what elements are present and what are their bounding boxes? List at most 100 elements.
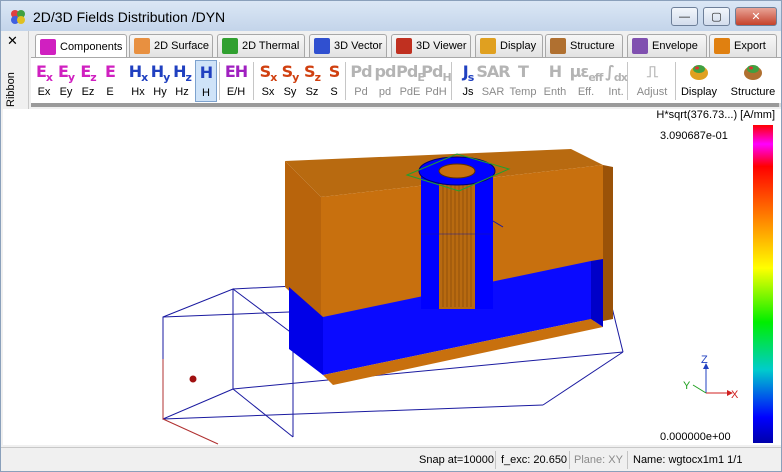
ribbon-scroll-thumb[interactable] [31, 103, 779, 107]
toolbar-button-sx[interactable]: Sx Sx [257, 60, 279, 102]
tab-2d-thermal[interactable]: 2D Thermal [217, 34, 305, 57]
wireframe-face-front [162, 288, 234, 420]
tab-envelope[interactable]: Envelope [627, 34, 707, 57]
field-e-icon [40, 38, 56, 55]
toolbar-button-label: Sx [261, 86, 275, 98]
toolbar-button-label: Hx [131, 86, 145, 98]
toolbar-button-label: Adjust [636, 86, 668, 98]
field-glyph-icon: Ex [35, 62, 53, 85]
field-glyph-icon: T [518, 62, 529, 81]
toolbar-button-pd: Pd Pd [349, 60, 373, 102]
legend-title: H*sqrt(376.73...) [A/mm] [656, 109, 775, 121]
toolbar-button-label: Ex [37, 86, 51, 98]
tab-label: 2D Thermal [242, 40, 300, 52]
toolbar-button-label: H [202, 87, 210, 99]
field-glyph-icon: E [105, 62, 116, 81]
status-name: Name: wgtocx1m1 1/1 [633, 454, 743, 466]
field-glyph-icon: H [548, 62, 562, 81]
toolbar-button-label: Ey [59, 86, 73, 98]
app-window: 2D/3D Fields Distribution /DYN — ▢ ✕ ✕ R… [0, 0, 782, 472]
toolbar-button-label: E/H [226, 86, 246, 98]
tab-components[interactable]: Components [35, 34, 127, 58]
close-button[interactable]: ✕ [735, 7, 777, 26]
toolbar-button-hz[interactable]: Hz Hz [171, 60, 193, 102]
port-lines [162, 359, 219, 445]
toolbar-button-label: Sy [283, 86, 297, 98]
toolbar-button-temp: T Temp [507, 60, 539, 102]
toolbar-button-structure[interactable]: Structure [727, 60, 779, 102]
toolbar-button-ey[interactable]: Ey Ey [55, 60, 77, 102]
title-bar[interactable]: 2D/3D Fields Distribution /DYN — ▢ ✕ [1, 1, 781, 31]
toolbar-button-pdh: PdH PdH [421, 60, 451, 102]
tab-3d-vector[interactable]: 3D Vector [309, 34, 387, 57]
surface-2d-icon [134, 38, 150, 54]
toolbar-separator [253, 62, 254, 100]
tab-label: Structure [570, 40, 615, 52]
status-snap: Snap at=10000 [419, 454, 494, 466]
display-big-icon [688, 60, 710, 84]
block-right-edge [603, 165, 613, 321]
structure-icon [550, 38, 566, 54]
toolbar-button-sy[interactable]: Sy Sy [279, 60, 301, 102]
field-glyph-icon: Js [462, 62, 474, 85]
toolbar-button-e-h[interactable]: EH E/H [221, 60, 251, 102]
field-glyph-icon: μεeff [569, 62, 604, 85]
tab-label: 3D Viewer [416, 40, 467, 52]
toolbar-button-h[interactable]: HH [195, 60, 217, 102]
toolbar-button-label: PdH [425, 86, 447, 98]
field-glyph-icon: ∫dx [605, 62, 628, 85]
field-glyph-icon: S [328, 62, 340, 81]
field-glyph-icon: H [199, 63, 213, 82]
ribbon-toolbar: Ex Ex Ey Ey Ez Ez E E Hx Hx Hy Hy Hz Hz H H EH E/H Sx Sx Sy S… [31, 57, 781, 103]
field-view-3d[interactable]: Z X Y H*sqrt(376.73...) [A/mm] 3.090687e… [3, 109, 781, 445]
minimize-button[interactable]: — [671, 7, 698, 26]
field-glyph-icon: PdE [396, 62, 425, 85]
toolbar-separator [345, 62, 346, 100]
tab-display[interactable]: Display [475, 34, 543, 57]
envelope-icon [632, 38, 648, 54]
status-bar: Snap at=10000 f_exc: 20.650 Plane: XY Na… [1, 447, 781, 471]
toolbar-button-s[interactable]: SS [323, 60, 345, 102]
toolbar-button-label: Js [462, 86, 474, 98]
toolbar-button-label: S [330, 86, 338, 98]
tab-structure[interactable]: Structure [545, 34, 623, 57]
field-right-edge [591, 259, 603, 327]
toolbar-button-label: Pd [354, 86, 368, 98]
display-icon [480, 38, 496, 54]
thermal-2d-icon [222, 38, 238, 54]
toolbar-button-label: E [106, 86, 114, 98]
axis-triad [692, 363, 733, 396]
toolbar-button-e[interactable]: EE [99, 60, 121, 102]
status-f-exc: f_exc: 20.650 [501, 454, 568, 466]
toolbar-button-label: Int. [608, 86, 624, 98]
field-glyph-icon: Hx [128, 62, 149, 85]
field-glyph-icon: pd [374, 62, 397, 81]
toolbar-button-display[interactable]: Display [679, 60, 719, 102]
toolbar-button-hx[interactable]: Hx Hx [127, 60, 149, 102]
export-icon [714, 38, 730, 54]
maximize-button[interactable]: ▢ [703, 7, 730, 26]
toolbar-button-int-: ∫dx Int. [603, 60, 629, 102]
tab-3d-viewer[interactable]: 3D Viewer [391, 34, 471, 57]
structure-big-icon [742, 60, 764, 84]
toolbar-button-sz[interactable]: Sz Sz [301, 60, 323, 102]
toolbar-button-ez[interactable]: Ez Ez [77, 60, 99, 102]
toolbar-button-label: PdE [399, 86, 421, 98]
toolbar-button-label: Enth [543, 86, 567, 98]
field-glyph-icon: PdH [421, 62, 451, 85]
ribbon-side-panel: ✕ Ribbon [1, 31, 29, 109]
toolbar-button-hy[interactable]: Hy Hy [149, 60, 171, 102]
color-scale-bar [753, 125, 773, 443]
window-title: 2D/3D Fields Distribution /DYN [33, 9, 226, 25]
ribbon-close-icon[interactable]: ✕ [7, 33, 18, 49]
tab-export[interactable]: Export [709, 34, 777, 57]
field-glyph-icon: Sx [259, 62, 278, 85]
toolbar-button-pd: pd pd [373, 60, 397, 102]
toolbar-button-ex[interactable]: Ex Ex [33, 60, 55, 102]
tab-2d-surface[interactable]: 2D Surface [129, 34, 213, 57]
toolbar-button-adjust: ⎍ Adjust [631, 60, 673, 102]
toolbar-button-label: Hy [153, 86, 167, 98]
axis-y-label: Y [683, 380, 691, 392]
probe-point [189, 375, 197, 383]
ribbon-scrollbar[interactable] [31, 103, 781, 107]
